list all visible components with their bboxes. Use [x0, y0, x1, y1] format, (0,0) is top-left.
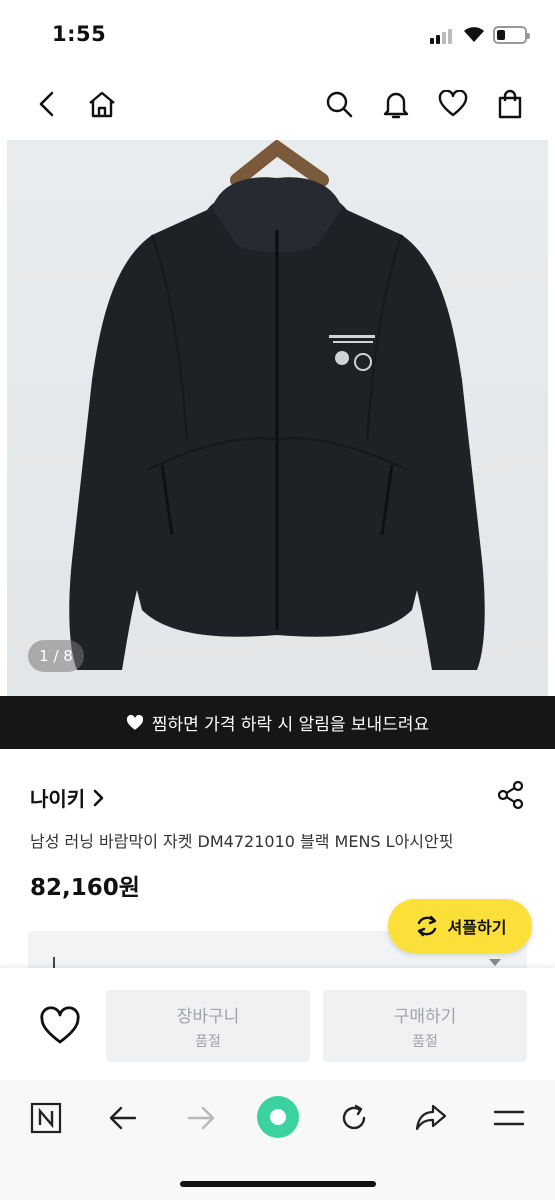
cart-label: 장바구니 [176, 1006, 240, 1027]
top-nav [0, 75, 555, 135]
wifi-icon [464, 27, 484, 42]
status-bar: 1:55 [0, 0, 555, 70]
wish-heart-button[interactable] [38, 1006, 82, 1046]
product-name: 남성 러닝 바람막이 자켓 DM4721010 블랙 MENS L아시안핏 [30, 832, 454, 851]
cart-button[interactable]: 장바구니 품절 [106, 990, 310, 1062]
image-counter: 1 / 8 [28, 640, 84, 672]
battery-icon [493, 26, 530, 44]
dropdown-arrow-icon [489, 959, 501, 966]
heart-filled-icon [126, 714, 143, 730]
share-arrow-icon[interactable] [411, 1098, 451, 1138]
shopping-bag-icon[interactable] [493, 87, 527, 121]
heart-icon[interactable] [436, 87, 470, 121]
green-dot-icon[interactable] [256, 1095, 300, 1139]
brand-link[interactable]: 나이키 [30, 783, 105, 812]
brand-name: 나이키 [30, 787, 86, 811]
product-image[interactable] [7, 140, 548, 696]
signal-icon [430, 28, 454, 44]
buy-button[interactable]: 구매하기 품절 [323, 990, 527, 1062]
bell-icon[interactable] [379, 87, 413, 121]
wish-notice-text: 찜하면 가격 하락 시 알림을 보내드려요 [151, 715, 430, 735]
back-icon[interactable] [30, 87, 64, 121]
menu-icon[interactable] [489, 1098, 529, 1138]
buy-status: 품절 [412, 1033, 438, 1050]
share-icon[interactable] [497, 780, 525, 810]
naver-n-icon[interactable] [26, 1098, 66, 1138]
wish-notice-banner[interactable]: 찜하면 가격 하락 시 알림을 보내드려요 [0, 696, 555, 749]
status-time: 1:55 [52, 22, 107, 46]
home-indicator [180, 1181, 376, 1187]
purchase-bar: 장바구니 품절 구매하기 품절 [0, 968, 555, 1080]
chevron-right-icon [93, 789, 104, 806]
home-icon[interactable] [85, 87, 119, 121]
cart-status: 품절 [195, 1033, 221, 1050]
jacket-photo [69, 140, 485, 670]
shuffle-icon [417, 915, 436, 937]
shuffle-label: 셔플하기 [447, 918, 507, 937]
shuffle-button[interactable]: 셔플하기 [388, 899, 532, 953]
product-price: 82,160원 [30, 875, 140, 901]
search-icon[interactable] [322, 87, 356, 121]
buy-label: 구매하기 [393, 1006, 457, 1027]
refresh-icon[interactable] [334, 1098, 374, 1138]
arrow-left-icon[interactable] [103, 1098, 143, 1138]
arrow-right-icon[interactable] [181, 1098, 221, 1138]
